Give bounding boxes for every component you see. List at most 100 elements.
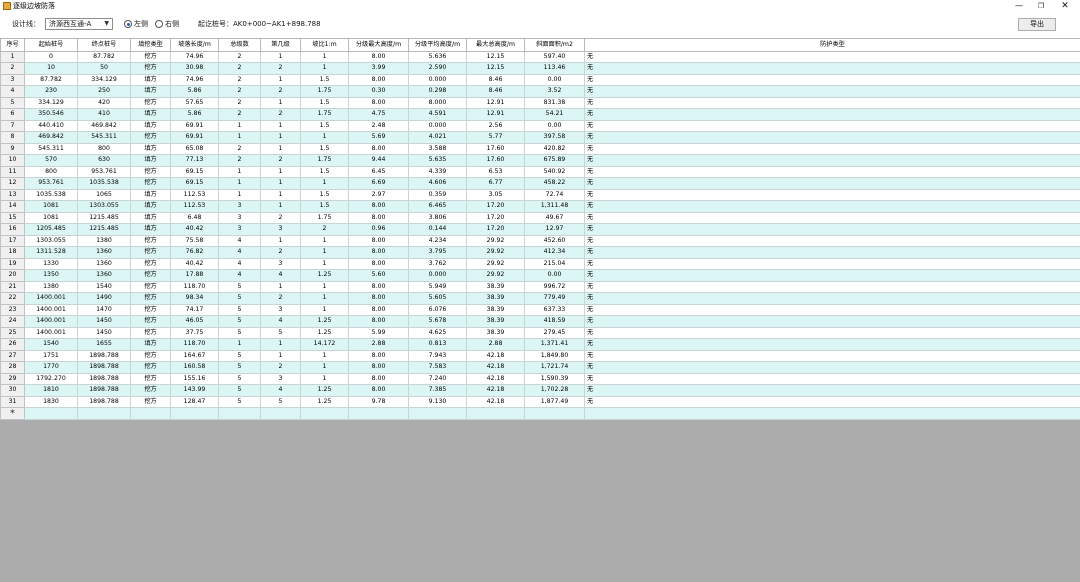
table-cell[interactable]: 1 (300, 349, 349, 362)
table-cell[interactable]: 29.92 (466, 257, 525, 270)
table-cell[interactable]: 1215.485 (77, 211, 131, 224)
table-cell[interactable]: 1 (300, 177, 349, 190)
table-cell[interactable]: 无 (584, 154, 1080, 167)
table-cell[interactable]: 1 (300, 50, 349, 63)
table-cell[interactable]: 334.129 (77, 73, 131, 86)
table-cell[interactable]: 无 (584, 50, 1080, 63)
table-cell[interactable]: 1,311.48 (524, 200, 585, 213)
table-cell[interactable]: 5.678 (408, 315, 467, 328)
table-cell[interactable]: 1 (260, 96, 301, 109)
table-cell[interactable]: 675.89 (524, 154, 585, 167)
table-cell[interactable]: 29.92 (466, 269, 525, 282)
table-cell[interactable]: 0.000 (408, 119, 467, 132)
column-header[interactable]: 分级平均高度/m (408, 38, 467, 52)
table-cell[interactable]: 无 (584, 349, 1080, 362)
table-cell[interactable]: 8.46 (466, 73, 525, 86)
table-cell[interactable]: 42.18 (466, 395, 525, 408)
table-cell[interactable]: 1 (260, 165, 301, 178)
table-cell[interactable]: 1303.055 (24, 234, 78, 247)
table-cell[interactable]: 469.842 (77, 119, 131, 132)
table-cell[interactable]: 3 (218, 211, 261, 224)
table-row[interactable]: 10 570 630 填方 77.13 2 2 1.75 9.44 5.635 17.60 675.8… (0, 154, 1080, 167)
table-cell[interactable]: 75.58 (170, 234, 219, 247)
new-row-marker[interactable]: ＊ (0, 407, 25, 420)
table-cell[interactable]: 14.172 (300, 338, 349, 351)
table-cell[interactable]: 1 (260, 131, 301, 144)
table-cell[interactable]: 挖方 (130, 50, 171, 63)
table-cell[interactable] (300, 407, 349, 420)
row-header-cell[interactable]: 29 (0, 372, 25, 385)
table-cell[interactable]: 4.339 (408, 165, 467, 178)
table-cell[interactable]: 8.00 (348, 361, 409, 374)
row-header-cell[interactable]: 30 (0, 384, 25, 397)
table-cell[interactable]: 无 (584, 257, 1080, 270)
table-cell[interactable]: 3 (218, 200, 261, 213)
side-right-label[interactable]: 右侧 (165, 19, 179, 29)
table-row[interactable]: 3 87.782 334.129 填方 74.96 2 1 1.5 8.00 0.000 8.46 0… (0, 73, 1080, 86)
table-cell[interactable]: 953.761 (24, 177, 78, 190)
table-row[interactable]: 14 1081 1303.055 填方 112.53 3 1 1.5 8.00 6.465 17.2… (0, 200, 1080, 213)
table-cell[interactable]: 12.15 (466, 62, 525, 75)
table-cell[interactable]: 42.18 (466, 384, 525, 397)
table-cell[interactable]: 3.762 (408, 257, 467, 270)
table-cell[interactable]: 2 (218, 73, 261, 86)
table-cell[interactable]: 8.00 (348, 257, 409, 270)
table-cell[interactable]: 458.22 (524, 177, 585, 190)
column-header[interactable]: 序号 (0, 38, 25, 52)
table-cell[interactable]: 5.69 (348, 131, 409, 144)
table-cell[interactable]: 8.00 (348, 96, 409, 109)
table-cell[interactable]: 1.25 (300, 269, 349, 282)
table-cell[interactable]: 2 (260, 62, 301, 75)
table-cell[interactable]: 5.605 (408, 292, 467, 305)
table-cell[interactable]: 6.53 (466, 165, 525, 178)
table-cell[interactable]: 无 (584, 395, 1080, 408)
table-cell[interactable]: 5 (260, 326, 301, 339)
table-row[interactable]: 20 1350 1360 挖方 17.88 4 4 1.25 5.60 0.000 29.92 0.0… (0, 269, 1080, 282)
table-cell[interactable]: 1655 (77, 338, 131, 351)
table-cell[interactable]: 0.298 (408, 85, 467, 98)
table-cell[interactable]: 无 (584, 188, 1080, 201)
row-header-cell[interactable]: 2 (0, 62, 25, 75)
table-cell[interactable]: 1 (218, 338, 261, 351)
table-cell[interactable]: 3 (260, 372, 301, 385)
table-cell[interactable]: 1490 (77, 292, 131, 305)
table-cell[interactable]: 1,702.28 (524, 384, 585, 397)
side-right-radio[interactable] (155, 20, 163, 28)
table-cell[interactable]: 164.67 (170, 349, 219, 362)
table-cell[interactable]: 545.311 (24, 142, 78, 155)
table-cell[interactable]: 1 (218, 177, 261, 190)
table-cell[interactable]: 69.91 (170, 131, 219, 144)
table-row[interactable]: 27 1751 1898.788 挖方 164.67 5 1 1 8.00 7.943 42.18 1… (0, 349, 1080, 362)
table-cell[interactable]: 挖方 (130, 96, 171, 109)
table-row[interactable]: 23 1400.001 1470 挖方 74.17 5 3 1 8.00 6.076 38.39 63… (0, 303, 1080, 316)
table-cell[interactable]: 4.234 (408, 234, 467, 247)
table-cell[interactable]: 230 (24, 85, 78, 98)
table-cell[interactable]: 69.91 (170, 119, 219, 132)
table-cell[interactable]: 填方 (130, 119, 171, 132)
row-header-cell[interactable]: 19 (0, 257, 25, 270)
table-row[interactable]: 5 334.129 420 挖方 57.65 2 1 1.5 8.00 8.000 12.91 831… (0, 96, 1080, 109)
table-cell[interactable] (130, 407, 171, 420)
table-cell[interactable]: 8.00 (348, 384, 409, 397)
table-cell[interactable]: 2.97 (348, 188, 409, 201)
table-cell[interactable] (77, 407, 131, 420)
column-header[interactable]: 第几级 (260, 38, 301, 52)
table-cell[interactable]: 1400.001 (24, 315, 78, 328)
table-cell[interactable]: 2.590 (408, 62, 467, 75)
table-cell[interactable]: 无 (584, 315, 1080, 328)
table-cell[interactable]: 452.60 (524, 234, 585, 247)
table-cell[interactable]: 118.70 (170, 280, 219, 293)
table-cell[interactable]: 38.39 (466, 292, 525, 305)
table-cell[interactable]: 1,849.80 (524, 349, 585, 362)
table-cell[interactable]: 397.58 (524, 131, 585, 144)
table-cell[interactable]: 112.53 (170, 188, 219, 201)
table-cell[interactable]: 29.92 (466, 246, 525, 259)
table-cell[interactable]: 2 (218, 85, 261, 98)
table-cell[interactable]: 469.842 (24, 131, 78, 144)
table-cell[interactable]: 1330 (24, 257, 78, 270)
table-cell[interactable]: 6.77 (466, 177, 525, 190)
table-cell[interactable]: 无 (584, 177, 1080, 190)
table-cell[interactable]: 2 (218, 142, 261, 155)
table-cell[interactable]: 1 (260, 73, 301, 86)
table-cell[interactable]: 无 (584, 211, 1080, 224)
